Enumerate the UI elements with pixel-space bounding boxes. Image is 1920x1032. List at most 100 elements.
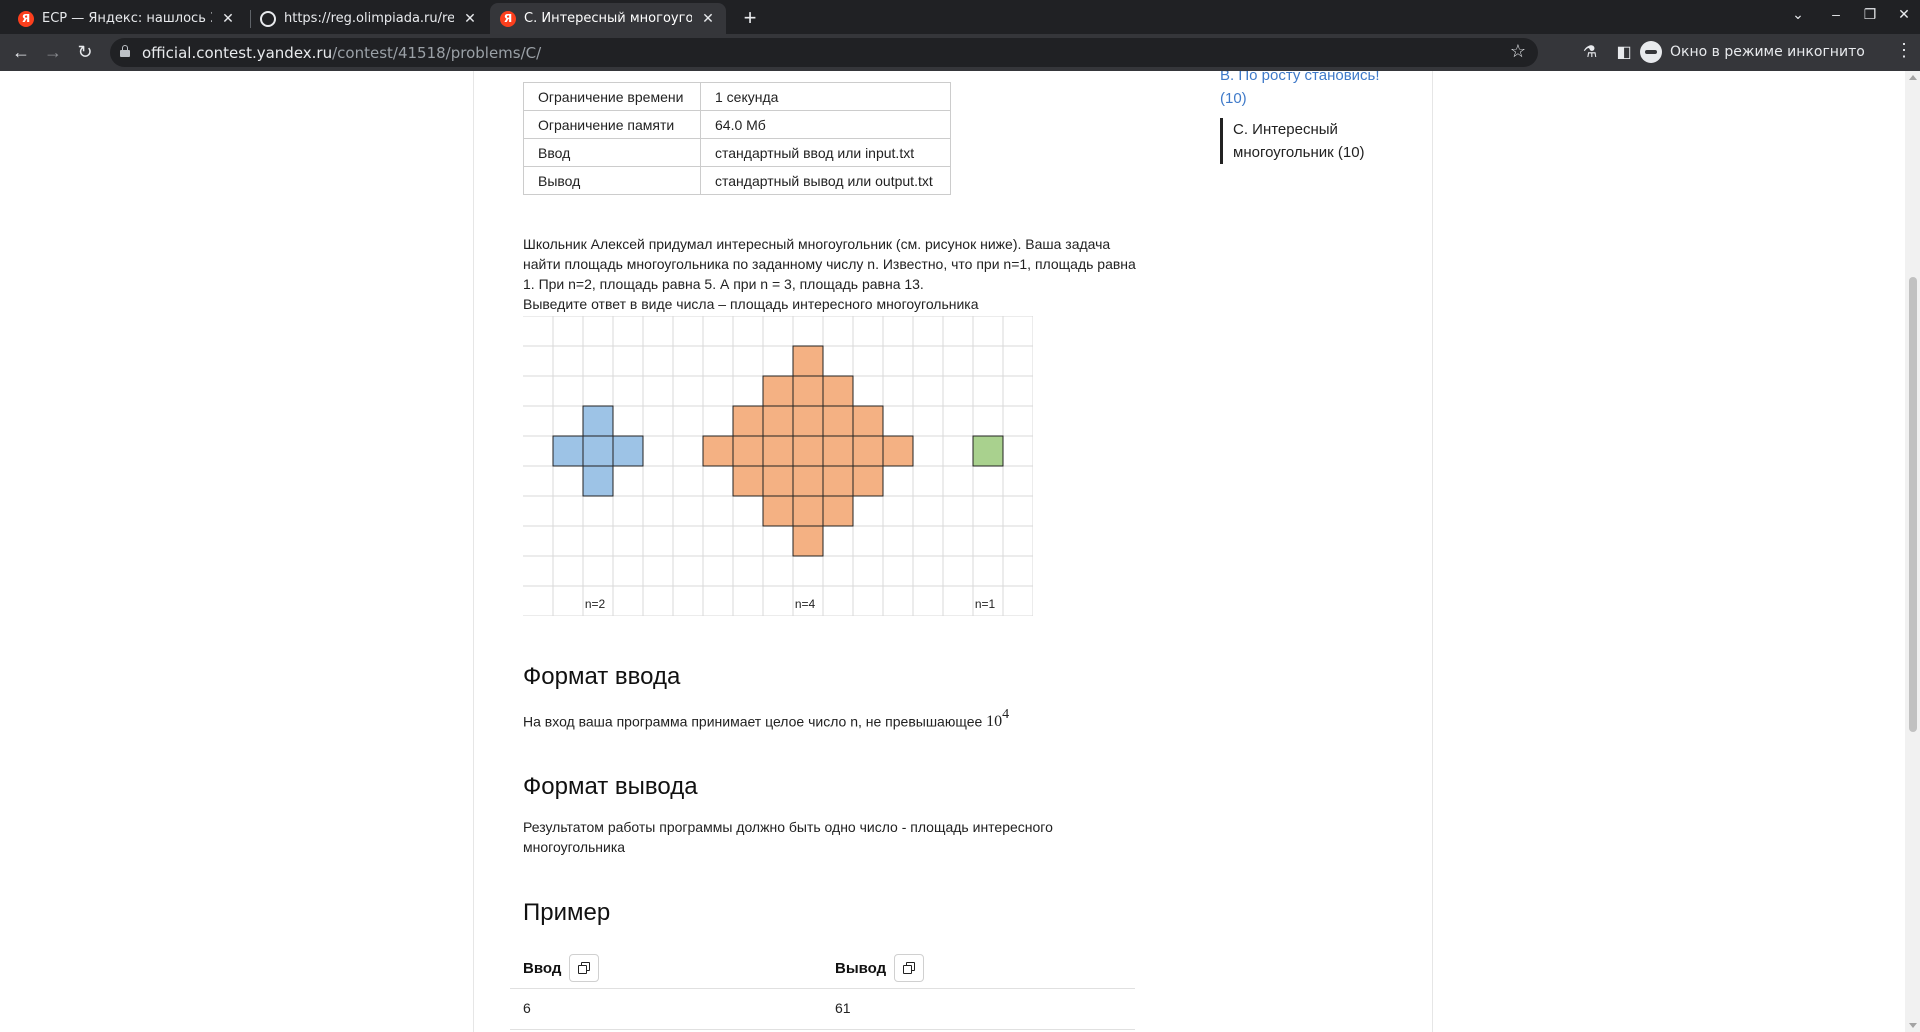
polygon-cell-n2 — [582, 465, 614, 497]
polygon-cell-n4 — [822, 465, 854, 497]
new-tab-button[interactable]: + — [737, 6, 763, 32]
polygon-cell-n4 — [882, 435, 914, 467]
output-format-text: Результатом работы программы должно быть… — [523, 819, 1053, 855]
statement-text: Школьник Алексей придумал интересный мно… — [523, 236, 1136, 292]
polygon-cell-n4 — [732, 405, 764, 437]
page-scrollbar[interactable] — [1905, 71, 1920, 1032]
incognito-label: Окно в режиме инкогнито — [1670, 44, 1865, 60]
incognito-indicator[interactable]: Окно в режиме инкогнито — [1640, 39, 1865, 65]
polygon-cell-n4 — [822, 405, 854, 437]
labs-flask-icon[interactable]: ⚗ — [1580, 42, 1600, 62]
copy-output-button[interactable] — [894, 954, 925, 982]
power-expression: 104 — [986, 707, 1009, 731]
limit-key: Ограничение памяти — [523, 110, 701, 139]
scroll-down-arrow[interactable] — [1909, 1023, 1917, 1028]
polygon-cell-n4 — [762, 375, 794, 407]
copy-input-button[interactable] — [569, 954, 600, 982]
example-output-value: 61 — [835, 1000, 851, 1016]
example-output-label: Вывод — [835, 959, 887, 977]
sidebar-problem-c-current[interactable]: C. Интересный многоугольник (10) — [1220, 118, 1390, 164]
table-row: Ограничение памяти 64.0 Мб — [523, 110, 951, 139]
url-text[interactable]: official.contest.yandex.ru/contest/41518… — [142, 44, 541, 62]
polygon-cell-n4 — [852, 435, 884, 467]
example-divider — [510, 988, 1135, 989]
address-bar[interactable]: official.contest.yandex.ru/contest/41518… — [110, 38, 1538, 67]
polygon-cell-n4 — [732, 465, 764, 497]
yandex-icon: Я — [18, 10, 34, 27]
limit-key: Ограничение времени — [523, 82, 701, 111]
close-icon[interactable]: ✕ — [462, 11, 478, 27]
yandex-icon: Я — [500, 10, 516, 27]
polygon-cell-n2 — [582, 405, 614, 437]
example-output-header: Вывод — [835, 954, 925, 982]
input-format-heading: Формат ввода — [523, 663, 681, 690]
side-panel-icon[interactable]: ◧ — [1614, 42, 1634, 62]
power-base: 10 — [986, 713, 1003, 731]
close-icon[interactable]: ✕ — [220, 11, 236, 27]
close-window-button[interactable]: ✕ — [1892, 6, 1916, 23]
content-border-right — [1432, 71, 1433, 1032]
polygon-cell-n2 — [552, 435, 584, 467]
bookmark-star-icon[interactable]: ☆ — [1510, 41, 1526, 62]
problem-statement: Школьник Алексей придумал интересный мно… — [523, 234, 1148, 314]
scroll-up-arrow[interactable] — [1909, 75, 1917, 80]
tab-title: C. Интересный многоугольн — [524, 11, 692, 26]
figure-label: n=4 — [795, 597, 816, 611]
tab-olimpiada[interactable]: https://reg.olimpiada.ru/regi ✕ — [250, 3, 488, 34]
example-input-label: Ввод — [523, 959, 562, 977]
polygon-cell-n1 — [972, 435, 1004, 467]
polygon-cell-n4 — [762, 465, 794, 497]
limit-value: 64.0 Мб — [700, 110, 951, 139]
table-row: Ограничение времени 1 секунда — [523, 82, 951, 111]
polygon-cell-n4 — [822, 375, 854, 407]
tab-title: https://reg.olimpiada.ru/regi — [284, 11, 454, 26]
limit-key: Вывод — [523, 166, 701, 195]
polygon-cell-n4 — [792, 525, 824, 557]
lock-icon[interactable] — [120, 45, 130, 57]
statement-task: Выведите ответ в виде числа – площадь ин… — [523, 296, 979, 312]
polygon-cell-n2 — [582, 435, 614, 467]
scrollbar-thumb[interactable] — [1909, 277, 1917, 732]
minimize-button[interactable]: – — [1824, 6, 1848, 22]
polygon-cell-n4 — [762, 435, 794, 467]
forward-button[interactable]: → — [41, 40, 65, 64]
polygon-cell-n4 — [822, 495, 854, 527]
limit-key: Ввод — [523, 138, 701, 167]
incognito-icon — [1640, 41, 1662, 63]
back-button[interactable]: ← — [9, 40, 33, 64]
polygon-cell-n4 — [792, 465, 824, 497]
tab-yandex-search[interactable]: Я ЕСР — Яндекс: нашлось 31 ✕ — [8, 3, 246, 34]
polygon-cell-n4 — [792, 435, 824, 467]
example-input-value: 6 — [523, 1000, 531, 1016]
tab-current-problem[interactable]: Я C. Интересный многоугольн ✕ — [490, 3, 726, 34]
restore-button[interactable]: ❐ — [1858, 6, 1882, 23]
content-border-left — [473, 71, 474, 1032]
tab-title: ЕСР — Яндекс: нашлось 31 — [42, 11, 212, 26]
menu-icon[interactable]: ⋮ — [1895, 40, 1913, 61]
polygon-cell-n4 — [732, 435, 764, 467]
limit-value: стандартный вывод или output.txt — [700, 166, 951, 195]
reload-button[interactable]: ↻ — [73, 40, 97, 64]
polygon-cell-n4 — [852, 405, 884, 437]
polygon-cell-n4 — [792, 405, 824, 437]
example-heading: Пример — [523, 899, 611, 926]
polygon-cell-n4 — [762, 405, 794, 437]
polygon-cell-n4 — [792, 375, 824, 407]
close-icon[interactable]: ✕ — [700, 11, 716, 27]
table-row: Ввод стандартный ввод или input.txt — [523, 138, 951, 167]
polygon-cell-n4 — [702, 435, 734, 467]
polygon-cell-n2 — [612, 435, 644, 467]
output-format-heading: Формат вывода — [523, 773, 698, 800]
input-format-text: На вход ваша программа принимает целое ч… — [523, 707, 1083, 732]
polygon-cell-n4 — [792, 345, 824, 377]
example-divider-bottom — [510, 1029, 1135, 1030]
sidebar-problem-b-link[interactable]: B. По росту становись! (10) — [1220, 71, 1400, 110]
polygon-cell-n4 — [852, 465, 884, 497]
tab-search-icon[interactable]: ⌄ — [1786, 6, 1810, 23]
tab-bar: Я ЕСР — Яндекс: нашлось 31 ✕ https://reg… — [0, 0, 1920, 34]
limit-value: 1 секунда — [700, 82, 951, 111]
limit-value: стандартный ввод или input.txt — [700, 138, 951, 167]
figure-label: n=2 — [585, 597, 606, 611]
limits-table: Ограничение времени 1 секунда Ограничение… — [523, 82, 951, 195]
polygon-figure: n=2 n=4 n=1 — [523, 316, 1033, 616]
